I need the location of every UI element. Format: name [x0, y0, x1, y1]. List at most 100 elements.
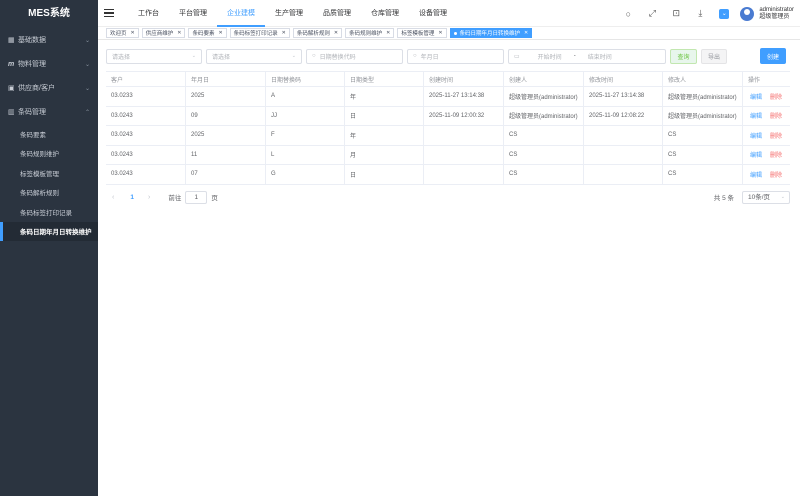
- sidebar-item-label: 供应商/客户: [18, 85, 55, 92]
- delete-button[interactable]: 删除: [770, 131, 782, 140]
- header-modifier[interactable]: 修改人: [663, 72, 743, 86]
- cell-ymd: 2025: [186, 126, 266, 145]
- language-icon[interactable]: ⌄: [719, 8, 730, 19]
- table-row[interactable]: 03.0243 09 JJ 日 2025-11-09 12:00:32 超级管理…: [106, 106, 790, 126]
- tag-label: 条码标签打印记录: [233, 31, 278, 37]
- table-row[interactable]: 03.0233 2025 A 年 2025-11-27 13:14:38 超级管…: [106, 87, 790, 107]
- export-button[interactable]: 导出: [701, 48, 727, 64]
- header-date-type[interactable]: 日期类型: [345, 72, 424, 86]
- delete-button[interactable]: 删除: [770, 170, 782, 179]
- tag-supplier[interactable]: 供应商维护 ✕: [141, 28, 186, 38]
- ymd-input[interactable]: ○ 年月日: [407, 48, 504, 64]
- tag-parse-rules[interactable]: 条码解析规则 ✕: [292, 28, 343, 38]
- nav-warehouse[interactable]: 仓库管理: [361, 0, 409, 27]
- header-modified-time[interactable]: 修改时间: [584, 72, 663, 86]
- cell-modified-time: [584, 165, 663, 184]
- tag-barcode-rules[interactable]: 条码规则维护 ✕: [345, 28, 395, 38]
- cell-date-type: 日: [345, 106, 424, 125]
- header-creator[interactable]: 创建人: [504, 72, 584, 86]
- search-icon: ○: [413, 53, 417, 59]
- edit-button[interactable]: 编辑: [750, 92, 762, 101]
- hamburger-icon[interactable]: [104, 7, 114, 19]
- tag-barcode-elements[interactable]: 条码要素 ✕: [188, 28, 227, 38]
- close-icon[interactable]: ✕: [334, 30, 338, 36]
- avatar[interactable]: [740, 6, 755, 21]
- close-icon[interactable]: ✕: [438, 30, 442, 36]
- table-row[interactable]: 03.0243 11 L 月 CS CS 编辑 删除: [106, 145, 790, 165]
- range-separator: -: [573, 53, 576, 59]
- close-icon[interactable]: ✕: [218, 30, 222, 36]
- pager-right: 共 5 条 10条/页 ⌄: [714, 190, 790, 204]
- close-icon[interactable]: ✕: [177, 30, 181, 36]
- sidebar-subitem-label-templates[interactable]: 标签模板管理: [0, 163, 98, 183]
- cell-modified-time: [584, 145, 663, 164]
- search-button[interactable]: 查询: [670, 48, 697, 64]
- user-info[interactable]: administrator 超级管理员: [759, 7, 794, 21]
- download-icon[interactable]: ⤓: [688, 8, 712, 19]
- nav-production[interactable]: 生产管理: [265, 0, 313, 27]
- edit-button[interactable]: 编辑: [750, 111, 762, 120]
- goto-page-input[interactable]: 1: [185, 190, 208, 204]
- sidebar-subitem-parse-rules[interactable]: 条码解析规则: [0, 183, 98, 203]
- tag-label: 条码日期年月日转换维护: [459, 31, 521, 37]
- sidebar-item-basic-data[interactable]: ▦ 基础数据 ⌄: [0, 28, 98, 52]
- edit-button[interactable]: 编辑: [750, 131, 762, 140]
- close-icon[interactable]: ✕: [131, 30, 135, 36]
- cell-modified-time: 2025-11-27 13:14:38: [584, 87, 663, 106]
- customer-select[interactable]: 请选择 ⌄: [106, 48, 202, 64]
- table-row[interactable]: 03.0243 2025 F 年 CS CS 编辑 删除: [106, 126, 790, 146]
- sidebar-item-barcode[interactable]: ▥ 条码管理 ⌃: [0, 100, 98, 124]
- cell-customer: 03.0243: [106, 145, 186, 164]
- nav-equipment[interactable]: 设备管理: [409, 0, 457, 27]
- delete-button[interactable]: 删除: [770, 111, 782, 120]
- tag-welcome[interactable]: 欢迎页 ✕: [106, 28, 139, 38]
- cell-modifier: 超级管理员(administrator): [663, 87, 743, 106]
- fullscreen-icon[interactable]: ⤢: [640, 8, 664, 19]
- top-nav: 工作台 平台管理 企业建模 生产管理 品质管理 仓库管理 设备管理: [128, 0, 457, 27]
- tag-date-conversion[interactable]: 条码日期年月日转换维护 ✕: [449, 28, 533, 38]
- create-button[interactable]: 创建: [760, 48, 786, 64]
- input-placeholder: 年月日: [420, 54, 439, 61]
- date-type-select[interactable]: 请选择 ⌄: [206, 48, 302, 64]
- sidebar-item-material[interactable]: m 物料管理 ⌄: [0, 52, 98, 76]
- header-created-time[interactable]: 创建时间: [424, 72, 504, 86]
- close-icon[interactable]: ✕: [524, 30, 528, 36]
- edit-button[interactable]: 编辑: [750, 150, 762, 159]
- header-customer[interactable]: 客户: [106, 72, 186, 86]
- sidebar-subitem-barcode-rules[interactable]: 条码规则维护: [0, 144, 98, 164]
- cell-date-code: A: [266, 87, 345, 106]
- sidebar-subitem-date-conversion[interactable]: 条码日期年月日转换维护: [0, 221, 98, 241]
- time-range-picker[interactable]: ▭ 开始时间 - 结束时间: [508, 48, 666, 64]
- tag-label-templates[interactable]: 标签模板管理 ✕: [397, 28, 447, 38]
- nav-quality[interactable]: 品质管理: [313, 0, 361, 27]
- next-page-button[interactable]: ›: [148, 194, 150, 201]
- cell-date-code: F: [266, 126, 345, 145]
- sidebar-item-label: 物料管理: [18, 61, 46, 68]
- edit-button[interactable]: 编辑: [750, 170, 762, 179]
- prev-page-button[interactable]: ‹: [112, 194, 114, 201]
- date-code-input[interactable]: ○ 日期替换代码: [306, 48, 403, 64]
- cell-actions: 编辑 删除: [743, 107, 790, 126]
- delete-button[interactable]: 删除: [770, 150, 782, 159]
- tag-label: 供应商维护: [145, 31, 174, 37]
- page-number[interactable]: 1: [130, 194, 134, 201]
- close-icon[interactable]: ✕: [386, 30, 390, 36]
- pagination: ‹ 1 › 前往 1 页 共 5 条 10条/页 ⌄: [106, 190, 790, 204]
- nav-enterprise-modeling[interactable]: 企业建模: [217, 0, 265, 27]
- delete-button[interactable]: 删除: [770, 92, 782, 101]
- page-size-select[interactable]: 10条/页 ⌄: [742, 190, 790, 204]
- nav-platform[interactable]: 平台管理: [169, 0, 217, 27]
- nav-workbench[interactable]: 工作台: [128, 0, 169, 27]
- sidebar-subitem-print-records[interactable]: 条码标签打印记录: [0, 202, 98, 222]
- header-ymd[interactable]: 年月日: [186, 72, 266, 86]
- tag-print-records[interactable]: 条码标签打印记录 ✕: [229, 28, 290, 38]
- sidebar-item-supplier[interactable]: ▣ 供应商/客户 ⌄: [0, 76, 98, 100]
- close-icon[interactable]: ✕: [282, 30, 286, 36]
- sidebar-subitem-barcode-elements[interactable]: 条码要素: [0, 124, 98, 144]
- scan-icon[interactable]: ⊡: [664, 8, 688, 19]
- search-icon[interactable]: ○: [616, 9, 640, 19]
- header-date-code[interactable]: 日期替换码: [266, 72, 345, 86]
- page-unit-label: 页: [211, 195, 218, 202]
- cell-date-type: 月: [345, 145, 424, 164]
- table-row[interactable]: 03.0243 07 G 日 CS CS 编辑 删除: [106, 165, 790, 185]
